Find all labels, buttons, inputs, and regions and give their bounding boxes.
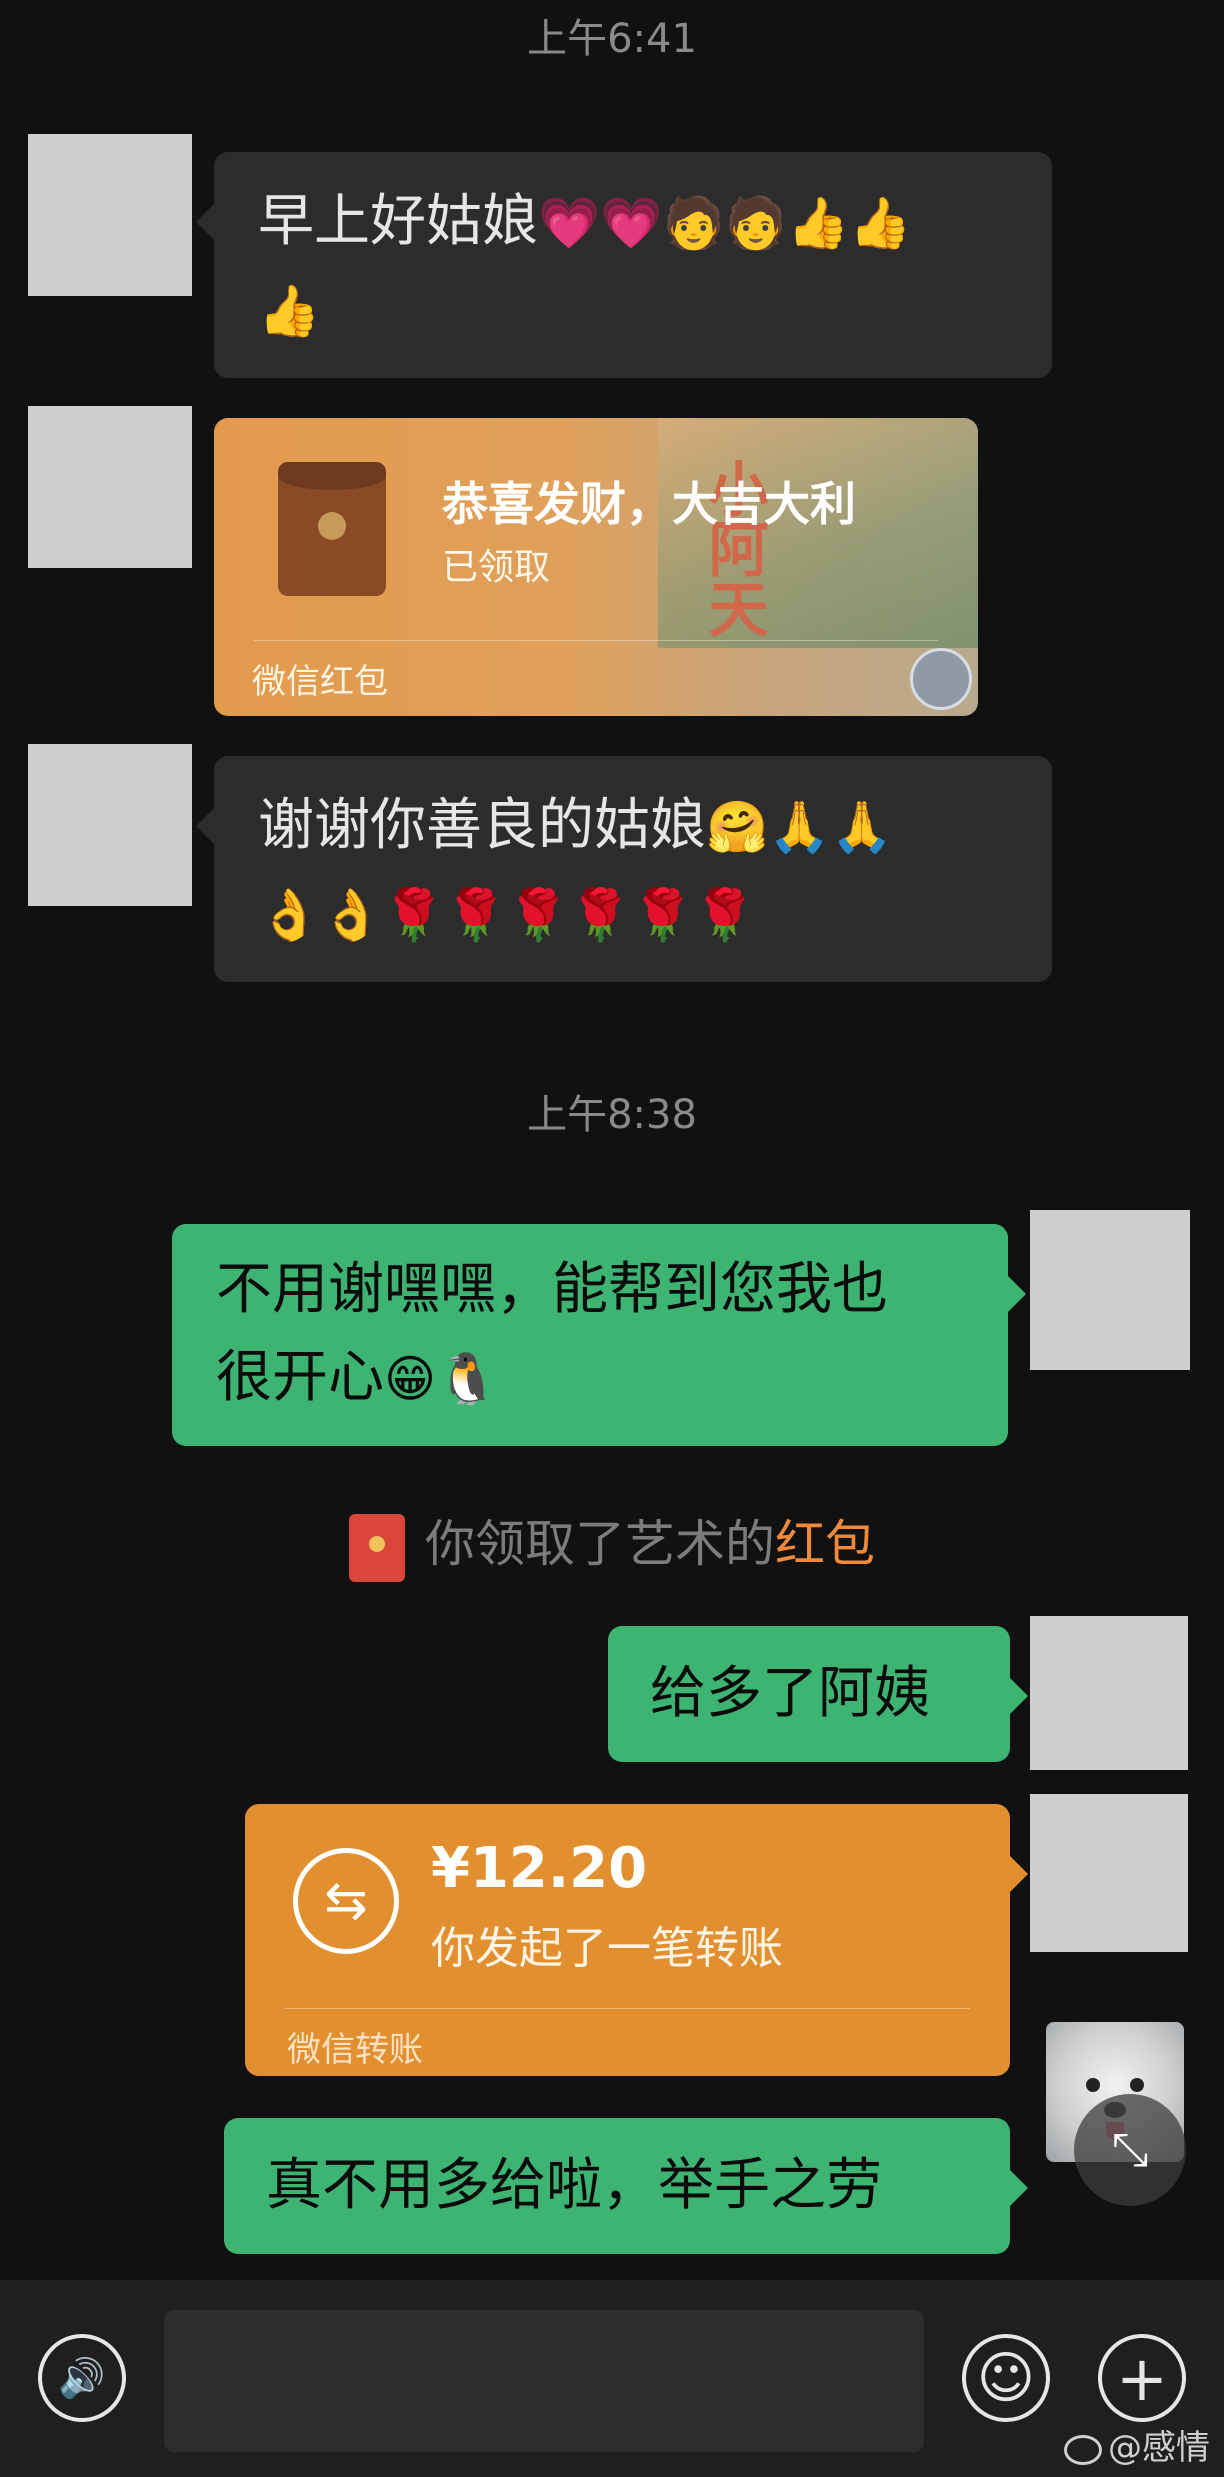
red-envelope-icon: [349, 1513, 405, 1582]
weibo-icon: [1064, 2434, 1102, 2465]
emoji-sequence: 💗💗🧑🧑👍👍: [538, 194, 912, 252]
voice-icon[interactable]: 🔊: [38, 2334, 126, 2422]
message-text: 早上好姑娘: [258, 189, 538, 254]
plus-icon[interactable]: +: [1098, 2334, 1186, 2422]
emoji-sequence: 👍: [258, 282, 321, 340]
my-avatar[interactable]: [1030, 1794, 1188, 1952]
emoji-sequence: 😁🐧: [384, 1350, 499, 1408]
outgoing-message[interactable]: 不用谢嘿嘿，能帮到您我也 很开心😁🐧: [172, 1224, 1026, 1446]
emoji-sequence: 🤗🙏🙏: [706, 798, 893, 856]
emoji-sequence: 👌👌🌹🌹🌹🌹🌹🌹: [258, 886, 757, 944]
transfer-card[interactable]: ⇆ ¥12.20 你发起了一笔转账 微信转账: [245, 1804, 1028, 2076]
red-packet-icon: [278, 462, 386, 596]
my-avatar[interactable]: [1030, 1616, 1188, 1770]
timestamp: 上午6:41: [527, 16, 697, 62]
incoming-message[interactable]: 谢谢你善良的姑娘🤗🙏🙏 👌👌🌹🌹🌹🌹🌹🌹: [196, 756, 1052, 982]
transfer-label: 微信转账: [287, 2030, 423, 2070]
message-text: 谢谢你善良的姑娘: [258, 793, 706, 858]
collapse-icon[interactable]: ⤡: [1074, 2094, 1186, 2206]
emoji-icon[interactable]: ☺: [962, 2334, 1050, 2422]
red-packet-received-notice: 你领取了艺术的红包: [0, 1504, 1224, 1582]
red-packet-label: 微信红包: [252, 662, 388, 702]
my-avatar[interactable]: [1030, 1210, 1190, 1370]
outgoing-message[interactable]: 真不用多给啦，举手之劳: [224, 2118, 1028, 2254]
message-text: 真不用多给啦，举手之劳: [266, 2153, 882, 2218]
divider: [254, 640, 938, 641]
transfer-amount: ¥12.20: [431, 1836, 648, 1901]
contact-avatar[interactable]: [28, 744, 192, 906]
contact-avatar[interactable]: [28, 134, 192, 296]
contact-avatar[interactable]: [28, 406, 192, 568]
red-packet-card[interactable]: 小阿天 恭喜发财，大吉大利 已领取 微信红包: [214, 418, 978, 716]
outgoing-message[interactable]: 给多了阿姨: [608, 1626, 1028, 1762]
transfer-description: 你发起了一笔转账: [431, 1923, 783, 1974]
message-input[interactable]: [164, 2310, 924, 2452]
red-packet-title: 恭喜发财，大吉大利: [442, 477, 856, 531]
timestamp: 上午8:38: [527, 1092, 697, 1138]
watermark: @感情: [1064, 2420, 1210, 2469]
message-text: 很开心: [216, 1345, 384, 1410]
message-text: 给多了阿姨: [650, 1661, 930, 1726]
red-packet-status: 已领取: [442, 547, 551, 588]
divider: [285, 2008, 970, 2009]
notice-text: 你领取了艺术的: [425, 1515, 775, 1573]
red-packet-link[interactable]: 红包: [775, 1515, 875, 1573]
input-bar: 🔊 ☺ + @感情: [0, 2280, 1224, 2477]
watermark-text: @感情: [1108, 2428, 1210, 2468]
cover-badge-icon: [910, 648, 972, 710]
message-text: 不用谢嘿嘿，能帮到您我也: [216, 1257, 888, 1322]
incoming-message[interactable]: 早上好姑娘💗💗🧑🧑👍👍 👍: [196, 152, 1052, 378]
transfer-icon: ⇆: [293, 1848, 399, 1954]
